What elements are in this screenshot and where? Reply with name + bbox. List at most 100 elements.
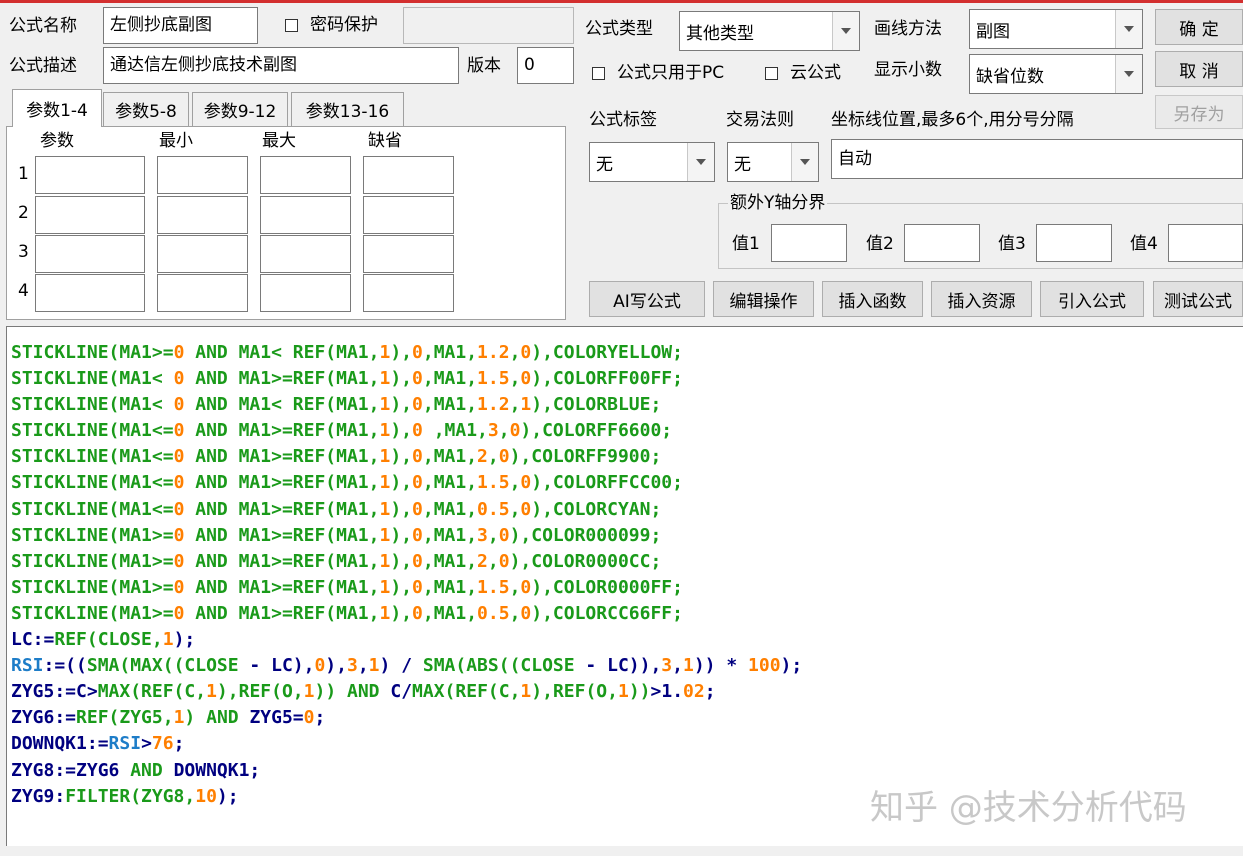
password-input[interactable] (403, 7, 574, 44)
ai-write-formula-button[interactable]: AI写公式 (589, 281, 705, 317)
tab-params-1-4[interactable]: 参数1-4 (12, 89, 102, 127)
code-line: STICKLINE(MA1<=0 AND MA1>=REF(MA1,1),0,M… (11, 444, 802, 470)
pc-only-checkbox[interactable] (592, 67, 605, 80)
code-token: 0 (412, 342, 423, 363)
code-token: REF(CLOSE, (54, 629, 163, 651)
param-1-name-input[interactable] (35, 156, 145, 194)
formula-tag-select[interactable]: 无 (589, 142, 715, 182)
param-3-max-input[interactable] (260, 235, 351, 273)
code-token: AND MA1>=REF(MA1, (184, 498, 380, 520)
cancel-button[interactable]: 取 消 (1155, 51, 1243, 87)
param-4-default-input[interactable] (363, 274, 454, 312)
code-token: STICKLINE(MA1<= (11, 420, 174, 442)
chevron-down-icon[interactable] (832, 12, 859, 50)
formula-desc-label: 公式描述 (9, 56, 77, 76)
code-token: ; (704, 681, 716, 703)
formula-tag-label: 公式标签 (589, 110, 657, 130)
version-input[interactable]: 0 (517, 47, 574, 84)
chevron-down-icon[interactable] (1115, 55, 1142, 93)
insert-function-button[interactable]: 插入函数 (822, 281, 923, 317)
code-token: SMA(ABS((CLOSE (422, 655, 575, 677)
code-line: STICKLINE(MA1>=0 AND MA1>=REF(MA1,1),0,M… (11, 523, 802, 549)
draw-method-select[interactable]: 副图 (969, 9, 1143, 49)
tab-params-13-16[interactable]: 参数13-16 (291, 92, 404, 126)
code-token: , (487, 446, 499, 468)
param-4-max-input[interactable] (260, 274, 351, 312)
insert-resource-button[interactable]: 插入资源 (931, 281, 1032, 317)
param-4-name-input[interactable] (35, 274, 145, 312)
code-token: 1 (617, 681, 629, 703)
tab-params-5-8[interactable]: 参数5-8 (103, 92, 189, 126)
param-1-default-input[interactable] (363, 156, 454, 194)
formula-code-editor[interactable]: STICKLINE(MA1>=0 AND MA1< REF(MA1,1),0,M… (6, 326, 1243, 856)
formula-code[interactable]: STICKLINE(MA1>=0 AND MA1< REF(MA1,1),0,M… (11, 340, 802, 810)
param-header-min: 最小 (159, 131, 193, 151)
param-2-name-input[interactable] (35, 196, 145, 234)
axis-position-input[interactable]: 自动 (831, 139, 1243, 179)
test-formula-button[interactable]: 测试公式 (1153, 281, 1243, 317)
y-value-2-label: 值2 (866, 234, 894, 254)
code-token: AND (130, 759, 163, 781)
param-3-name-input[interactable] (35, 235, 145, 273)
formula-tag-value: 无 (596, 154, 613, 175)
code-token: 1.2 (477, 342, 510, 363)
code-token: ),COLORFF9900; (509, 446, 662, 468)
edit-operation-button[interactable]: 编辑操作 (713, 281, 814, 317)
code-token: , (509, 394, 521, 416)
code-token: ), (390, 420, 413, 442)
horizontal-scrollbar[interactable] (6, 846, 1243, 856)
code-token: MAX(REF(C, (412, 681, 521, 703)
save-as-button[interactable]: 另存为 (1155, 95, 1243, 129)
trade-rule-select[interactable]: 无 (727, 142, 819, 182)
code-token: 0 (520, 368, 532, 390)
y-value-4-input[interactable] (1168, 224, 1243, 262)
param-3-min-input[interactable] (157, 235, 248, 273)
code-token: 1 (303, 681, 315, 703)
formula-type-select[interactable]: 其他类型 (679, 11, 860, 51)
password-checkbox[interactable] (285, 19, 298, 32)
code-token: , (509, 576, 521, 598)
import-formula-button[interactable]: 引入公式 (1040, 281, 1144, 317)
code-token: 1 (379, 472, 391, 494)
chevron-down-icon[interactable] (791, 143, 818, 181)
ok-button[interactable]: 确 定 (1155, 9, 1243, 45)
param-3-default-input[interactable] (363, 235, 454, 273)
param-2-max-input[interactable] (260, 196, 351, 234)
formula-desc-input[interactable]: 通达信左侧抄底技术副图 (103, 47, 459, 84)
formula-name-input[interactable]: 左侧抄底副图 (103, 7, 258, 44)
param-2-min-input[interactable] (157, 196, 248, 234)
tab-params-9-12[interactable]: 参数9-12 (192, 92, 288, 126)
code-line: ZYG9:FILTER(ZYG8,10); (11, 784, 802, 810)
code-token: 1 (379, 394, 391, 416)
y-value-1-input[interactable] (771, 224, 847, 262)
code-token: STICKLINE(MA1< (11, 394, 174, 416)
chevron-down-icon[interactable] (687, 143, 714, 181)
password-label: 密码保护 (310, 15, 378, 35)
code-token: , (487, 550, 499, 572)
param-4-min-input[interactable] (157, 274, 248, 312)
param-2-default-input[interactable] (363, 196, 454, 234)
code-token: ),COLOR0000CC; (509, 550, 662, 572)
code-token: 1.2 (477, 394, 510, 416)
code-line: STICKLINE(MA1>=0 AND MA1>=REF(MA1,1),0,M… (11, 601, 802, 627)
code-line: STICKLINE(MA1>=0 AND MA1< REF(MA1,1),0,M… (11, 340, 802, 366)
code-token: 1.5 (477, 368, 510, 390)
code-token: 0 (173, 420, 185, 442)
cloud-formula-checkbox[interactable] (765, 67, 778, 80)
y-value-2-input[interactable] (904, 224, 980, 262)
code-token: 0.5 (477, 602, 510, 624)
code-token: STICKLINE(MA1>= (11, 550, 174, 572)
code-token: 1 (162, 629, 174, 651)
code-token: 0 (314, 655, 326, 677)
code-token: ),COLORFFCC00; (531, 472, 683, 494)
code-token: 1 (379, 446, 391, 468)
y-value-3-input[interactable] (1036, 224, 1112, 262)
param-1-min-input[interactable] (157, 156, 248, 194)
code-token: , (509, 368, 521, 390)
chevron-down-icon[interactable] (1115, 10, 1142, 48)
code-token: STICKLINE(MA1<= (11, 472, 174, 494)
code-token: 0 (412, 576, 423, 598)
param-1-max-input[interactable] (260, 156, 351, 194)
decimals-select[interactable]: 缺省位数 (969, 54, 1143, 94)
code-token: REF(O, (238, 681, 304, 703)
